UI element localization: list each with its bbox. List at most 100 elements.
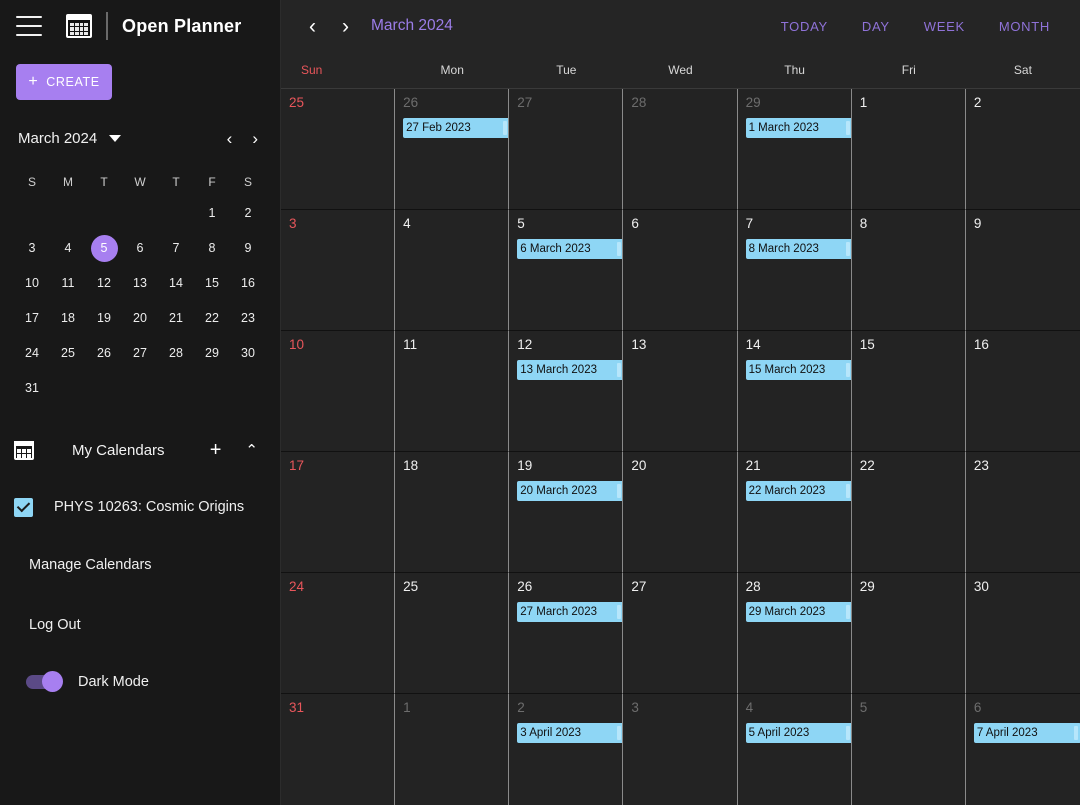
mini-day-2[interactable]: 2	[230, 196, 266, 231]
mini-day-26[interactable]: 26	[86, 336, 122, 371]
day-cell[interactable]: 13	[623, 331, 737, 452]
day-cell[interactable]: 25	[395, 573, 509, 694]
day-cell[interactable]: 2	[966, 89, 1080, 210]
day-cell[interactable]: 45 April 2023	[738, 694, 852, 805]
day-cell[interactable]: 22	[852, 452, 966, 573]
day-cell[interactable]: 3	[281, 210, 395, 331]
day-cell[interactable]: 16	[966, 331, 1080, 452]
hamburger-icon[interactable]	[16, 16, 42, 36]
mini-day-1[interactable]: 1	[194, 196, 230, 231]
day-cell[interactable]: 1	[395, 694, 509, 805]
next-period-button[interactable]: ›	[342, 16, 349, 37]
mini-day-20[interactable]: 20	[122, 301, 158, 336]
event-resize-handle[interactable]	[846, 363, 850, 377]
day-cell[interactable]: 18	[395, 452, 509, 573]
day-cell[interactable]: 2627 March 2023	[509, 573, 623, 694]
mini-day-24[interactable]: 24	[14, 336, 50, 371]
mini-day-9[interactable]: 9	[230, 231, 266, 266]
calendar-event[interactable]: 15 March 2023	[746, 360, 852, 380]
day-cell[interactable]: 24	[281, 573, 395, 694]
day-cell[interactable]: 17	[281, 452, 395, 573]
mini-day-11[interactable]: 11	[50, 266, 86, 301]
day-cell[interactable]: 1213 March 2023	[509, 331, 623, 452]
calendar-event[interactable]: 3 April 2023	[517, 723, 623, 743]
dark-mode-toggle[interactable]	[26, 675, 60, 689]
mini-day-7[interactable]: 7	[158, 231, 194, 266]
mini-day-12[interactable]: 12	[86, 266, 122, 301]
view-button-day[interactable]: DAY	[862, 19, 890, 34]
event-resize-handle[interactable]	[617, 363, 621, 377]
event-resize-handle[interactable]	[846, 242, 850, 256]
calendar-event[interactable]: 8 March 2023	[746, 239, 852, 259]
day-cell[interactable]: 9	[966, 210, 1080, 331]
calendar-checkbox[interactable]	[14, 498, 33, 517]
mini-day-18[interactable]: 18	[50, 301, 86, 336]
mini-day-14[interactable]: 14	[158, 266, 194, 301]
event-resize-handle[interactable]	[617, 605, 621, 619]
calendar-event[interactable]: 6 March 2023	[517, 239, 623, 259]
day-cell[interactable]: 6	[623, 210, 737, 331]
create-button[interactable]: + CREATE	[16, 64, 112, 100]
event-resize-handle[interactable]	[617, 726, 621, 740]
view-button-week[interactable]: WEEK	[924, 19, 965, 34]
day-cell[interactable]: 27	[509, 89, 623, 210]
day-cell[interactable]: 1920 March 2023	[509, 452, 623, 573]
mini-day-25[interactable]: 25	[50, 336, 86, 371]
mini-day-8[interactable]: 8	[194, 231, 230, 266]
mini-day-15[interactable]: 15	[194, 266, 230, 301]
day-cell[interactable]: 10	[281, 331, 395, 452]
calendar-event[interactable]: 29 March 2023	[746, 602, 852, 622]
log-out-link[interactable]: Log Out	[0, 604, 280, 646]
day-cell[interactable]: 1415 March 2023	[738, 331, 852, 452]
mini-day-19[interactable]: 19	[86, 301, 122, 336]
day-cell[interactable]: 3	[623, 694, 737, 805]
mini-prev-month-button[interactable]: ‹	[227, 130, 233, 147]
day-cell[interactable]: 4	[395, 210, 509, 331]
event-resize-handle[interactable]	[617, 242, 621, 256]
mini-day-21[interactable]: 21	[158, 301, 194, 336]
day-cell[interactable]: 67 April 2023	[966, 694, 1080, 805]
mini-day-27[interactable]: 27	[122, 336, 158, 371]
chevron-up-icon[interactable]: ⌃	[245, 443, 258, 458]
day-cell[interactable]: 20	[623, 452, 737, 573]
manage-calendars-link[interactable]: Manage Calendars	[0, 544, 280, 586]
day-cell[interactable]: 291 March 2023	[738, 89, 852, 210]
calendar-event[interactable]: 5 April 2023	[746, 723, 852, 743]
calendar-event[interactable]: 7 April 2023	[974, 723, 1080, 743]
calendar-event[interactable]: 13 March 2023	[517, 360, 623, 380]
day-cell[interactable]: 29	[852, 573, 966, 694]
day-cell[interactable]: 15	[852, 331, 966, 452]
mini-day-3[interactable]: 3	[14, 231, 50, 266]
mini-day-13[interactable]: 13	[122, 266, 158, 301]
mini-day-22[interactable]: 22	[194, 301, 230, 336]
day-cell[interactable]: 27	[623, 573, 737, 694]
mini-day-17[interactable]: 17	[14, 301, 50, 336]
day-cell[interactable]: 2627 Feb 2023	[395, 89, 509, 210]
add-calendar-button[interactable]: +	[210, 440, 222, 460]
mini-day-28[interactable]: 28	[158, 336, 194, 371]
view-button-month[interactable]: MONTH	[999, 19, 1050, 34]
event-resize-handle[interactable]	[846, 121, 850, 135]
event-resize-handle[interactable]	[846, 484, 850, 498]
event-resize-handle[interactable]	[1074, 726, 1078, 740]
day-cell[interactable]: 56 March 2023	[509, 210, 623, 331]
day-cell[interactable]: 28	[623, 89, 737, 210]
event-resize-handle[interactable]	[846, 726, 850, 740]
day-cell[interactable]: 8	[852, 210, 966, 331]
day-cell[interactable]: 1	[852, 89, 966, 210]
calendar-event[interactable]: 1 March 2023	[746, 118, 852, 138]
prev-period-button[interactable]: ‹	[309, 16, 316, 37]
mini-day-31[interactable]: 31	[14, 371, 50, 406]
day-cell[interactable]: 23	[966, 452, 1080, 573]
mini-day-23[interactable]: 23	[230, 301, 266, 336]
day-cell[interactable]: 11	[395, 331, 509, 452]
calendar-event[interactable]: 27 Feb 2023	[403, 118, 509, 138]
mini-day-16[interactable]: 16	[230, 266, 266, 301]
event-resize-handle[interactable]	[617, 484, 621, 498]
day-cell[interactable]: 2122 March 2023	[738, 452, 852, 573]
calendar-event[interactable]: 20 March 2023	[517, 481, 623, 501]
mini-day-30[interactable]: 30	[230, 336, 266, 371]
calendar-list-item[interactable]: PHYS 10263: Cosmic Origins	[0, 484, 280, 530]
day-cell[interactable]: 25	[281, 89, 395, 210]
mini-day-6[interactable]: 6	[122, 231, 158, 266]
